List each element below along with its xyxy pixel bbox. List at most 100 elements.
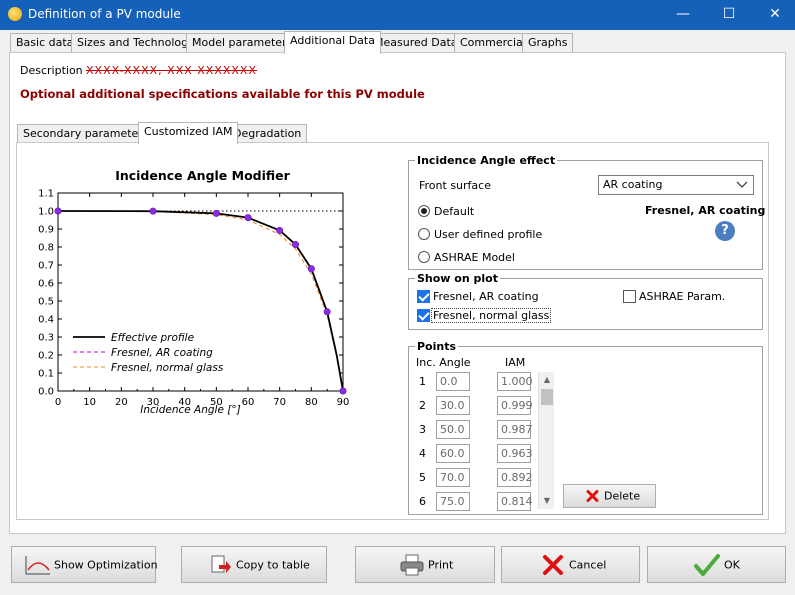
tab-secondary-parameters[interactable]: Secondary parameters: [17, 124, 155, 143]
chevron-down-icon: [736, 181, 748, 188]
radio-ashrae[interactable]: [418, 251, 430, 263]
x-axis-label: Incidence Angle [°]: [140, 404, 240, 416]
checkbox-fresnel-ar[interactable]: [417, 290, 430, 303]
scroll-down-icon[interactable]: ▼: [539, 493, 555, 509]
radio-user-profile[interactable]: [418, 228, 430, 240]
show-on-plot-group-title: Show on plot: [415, 272, 500, 285]
tab-customized-iam[interactable]: Customized IAM: [138, 122, 239, 144]
front-surface-value: AR coating: [603, 178, 663, 191]
title-bar: Definition of a PV module — ☐ ✕: [0, 0, 795, 30]
model-name-label: Fresnel, AR coating: [645, 204, 766, 217]
tab-model-parameters[interactable]: Model parameters: [186, 33, 299, 53]
checkbox-ashrae-label: ASHRAE Param.: [639, 290, 726, 303]
description-label: Description: [20, 64, 83, 77]
delete-button[interactable]: Delete: [563, 484, 656, 508]
checkbox-ashrae[interactable]: [623, 290, 636, 303]
scroll-up-icon[interactable]: ▲: [539, 372, 555, 388]
iam-input[interactable]: 0.999: [497, 396, 533, 415]
data-point: [307, 265, 315, 273]
iam-input[interactable]: 1.000: [497, 372, 533, 391]
main-panel: Description XXXX-XXXX, XXX XXXXXXX Optio…: [9, 52, 786, 534]
delete-x-icon: [586, 490, 599, 502]
angle-input[interactable]: 30.0: [436, 396, 470, 415]
help-icon[interactable]: ?: [715, 221, 735, 241]
cancel-button[interactable]: Cancel: [501, 546, 640, 583]
checkbox-fresnel-glass-label: Fresnel, normal glass: [431, 308, 552, 323]
x-tick-label: 0: [55, 397, 61, 408]
point-index: 1: [419, 375, 426, 388]
copy-to-table-label: Copy to table: [236, 558, 310, 571]
legend-label: Fresnel, normal glass: [111, 362, 224, 374]
radio-default[interactable]: [418, 205, 430, 217]
close-button[interactable]: ✕: [752, 0, 795, 30]
data-point: [244, 214, 252, 222]
notice-text: Optional additional specifications avail…: [20, 87, 425, 101]
angle-input[interactable]: 70.0: [436, 468, 470, 487]
print-label: Print: [428, 558, 454, 571]
tab-measured-data[interactable]: Measured Data: [368, 33, 464, 53]
data-point: [212, 209, 220, 217]
maximize-button[interactable]: ☐: [706, 0, 752, 30]
radio-user-profile-label: User defined profile: [434, 228, 543, 241]
data-point: [339, 387, 347, 395]
cancel-label: Cancel: [569, 558, 607, 571]
iam-input[interactable]: 0.963: [497, 444, 533, 463]
copy-to-table-button[interactable]: Copy to table: [181, 546, 327, 583]
minimize-button[interactable]: —: [660, 0, 706, 30]
y-tick-label: 1.1: [38, 189, 54, 200]
ok-label: OK: [724, 558, 740, 571]
angle-input[interactable]: 50.0: [436, 420, 470, 439]
tab-additional-data[interactable]: Additional Data: [284, 31, 381, 54]
iam-input[interactable]: 0.892: [497, 468, 533, 487]
points-scrollbar[interactable]: ▲ ▼: [538, 372, 554, 509]
data-point: [323, 308, 331, 316]
iam-input[interactable]: 0.987: [497, 420, 533, 439]
point-index: 4: [419, 447, 426, 460]
cancel-x-icon: [543, 554, 563, 575]
front-surface-label: Front surface: [419, 179, 491, 192]
description-value: XXXX-XXXX, XXX XXXXXXX: [86, 64, 258, 77]
x-tick-label: 60: [242, 397, 255, 408]
checkbox-fresnel-glass[interactable]: [417, 309, 430, 322]
legend-label: Effective profile: [111, 332, 194, 344]
ok-button[interactable]: OK: [647, 546, 786, 583]
y-tick-label: 0.2: [38, 351, 54, 362]
tab-sizes-technology[interactable]: Sizes and Technology: [71, 33, 201, 53]
points-group: Points Inc. Angle IAM 1 0.0 1.000 2 30.0…: [408, 340, 763, 515]
iam-chart: Incidence Angle Modifier 0 10 20 30 40 50 60 70 8…: [17, 143, 407, 521]
point-index: 6: [419, 495, 426, 508]
show-on-plot-group: Show on plot Fresnel, AR coating Fresnel…: [408, 272, 763, 330]
tab-commercial[interactable]: Commercial: [454, 33, 532, 53]
x-tick-label: 70: [273, 397, 286, 408]
y-tick-label: 0.0: [38, 387, 54, 398]
optimization-curve-icon: [25, 555, 50, 574]
angle-input[interactable]: 75.0: [436, 492, 470, 511]
y-tick-label: 1.0: [38, 207, 54, 218]
y-tick-label: 0.9: [38, 225, 54, 236]
tab-graphs[interactable]: Graphs: [522, 33, 574, 53]
angle-input[interactable]: 60.0: [436, 444, 470, 463]
printer-icon: [400, 554, 424, 575]
checkmark-icon: [694, 553, 720, 576]
data-point: [149, 207, 157, 215]
incidence-angle-group-title: Incidence Angle effect: [415, 154, 558, 167]
incidence-angle-group: Incidence Angle effect Front surface AR …: [408, 154, 766, 270]
scroll-thumb[interactable]: [541, 389, 553, 405]
point-index: 3: [419, 423, 426, 436]
angle-input[interactable]: 0.0: [436, 372, 470, 391]
tab-degradation[interactable]: Degradation: [227, 124, 308, 143]
points-group-title: Points: [415, 340, 459, 353]
front-surface-select[interactable]: AR coating: [598, 175, 754, 195]
y-tick-label: 0.4: [38, 315, 54, 326]
radio-ashrae-label: ASHRAE Model: [434, 251, 515, 264]
iam-input[interactable]: 0.814: [497, 492, 533, 511]
col-iam-header: IAM: [505, 356, 526, 369]
x-tick-label: 20: [115, 397, 128, 408]
show-optimization-label: Show Optimization: [54, 558, 158, 571]
y-tick-label: 0.1: [38, 369, 54, 380]
window-title: Definition of a PV module: [28, 7, 181, 21]
print-button[interactable]: Print: [355, 546, 495, 583]
y-tick-label: 0.8: [38, 243, 54, 254]
show-optimization-button[interactable]: Show Optimization: [11, 546, 158, 583]
tab-basic-data[interactable]: Basic data: [10, 33, 80, 53]
